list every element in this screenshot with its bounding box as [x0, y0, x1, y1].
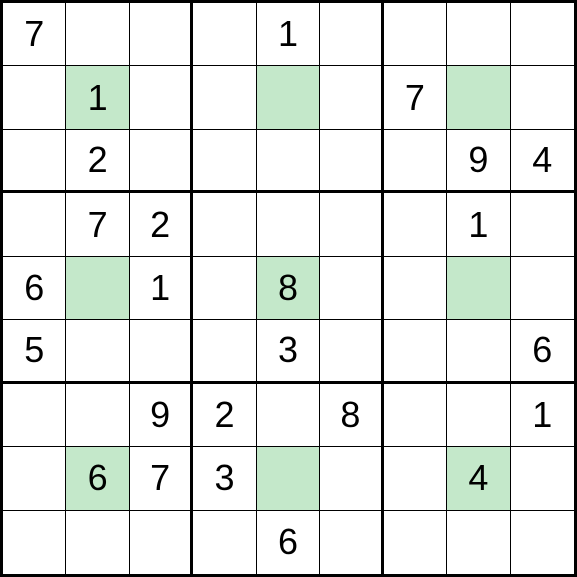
cell-r1-c6[interactable]: 7: [384, 66, 447, 129]
cell-r8-c3[interactable]: [193, 511, 256, 574]
cell-r5-c2[interactable]: [130, 320, 193, 383]
cell-r8-c1[interactable]: [66, 511, 129, 574]
cell-r6-c3[interactable]: 2: [193, 384, 256, 447]
cell-r5-c5[interactable]: [320, 320, 383, 383]
cell-r4-c6[interactable]: [384, 257, 447, 320]
cell-r2-c2[interactable]: [130, 130, 193, 193]
cell-r7-c0[interactable]: [3, 447, 66, 510]
cell-r0-c1[interactable]: [66, 3, 129, 66]
cell-r5-c1[interactable]: [66, 320, 129, 383]
cell-r3-c6[interactable]: [384, 193, 447, 256]
cell-r1-c8[interactable]: [511, 66, 574, 129]
cell-r0-c7[interactable]: [447, 3, 510, 66]
sudoku-grid: 7117294721618536928167346: [0, 0, 577, 577]
cell-r4-c4[interactable]: 8: [257, 257, 320, 320]
cell-r0-c5[interactable]: [320, 3, 383, 66]
cell-r5-c0[interactable]: 5: [3, 320, 66, 383]
cell-r7-c8[interactable]: [511, 447, 574, 510]
cell-r6-c5[interactable]: 8: [320, 384, 383, 447]
cell-r3-c5[interactable]: [320, 193, 383, 256]
cell-r4-c8[interactable]: [511, 257, 574, 320]
cell-r5-c8[interactable]: 6: [511, 320, 574, 383]
cell-r3-c0[interactable]: [3, 193, 66, 256]
cell-r1-c0[interactable]: [3, 66, 66, 129]
cell-r7-c1[interactable]: 6: [66, 447, 129, 510]
cell-r2-c3[interactable]: [193, 130, 256, 193]
cell-r6-c8[interactable]: 1: [511, 384, 574, 447]
cell-r0-c4[interactable]: 1: [257, 3, 320, 66]
cell-r5-c6[interactable]: [384, 320, 447, 383]
cell-r1-c1[interactable]: 1: [66, 66, 129, 129]
cell-r2-c8[interactable]: 4: [511, 130, 574, 193]
cell-r4-c3[interactable]: [193, 257, 256, 320]
cell-r4-c2[interactable]: 1: [130, 257, 193, 320]
cell-r7-c4[interactable]: [257, 447, 320, 510]
cell-r4-c7[interactable]: [447, 257, 510, 320]
cell-r6-c2[interactable]: 9: [130, 384, 193, 447]
cell-r0-c0[interactable]: 7: [3, 3, 66, 66]
cell-r1-c5[interactable]: [320, 66, 383, 129]
cell-r5-c3[interactable]: [193, 320, 256, 383]
cell-r3-c3[interactable]: [193, 193, 256, 256]
cell-r1-c7[interactable]: [447, 66, 510, 129]
cell-r6-c4[interactable]: [257, 384, 320, 447]
cell-r2-c7[interactable]: 9: [447, 130, 510, 193]
cell-r5-c4[interactable]: 3: [257, 320, 320, 383]
cell-r1-c3[interactable]: [193, 66, 256, 129]
cell-r8-c2[interactable]: [130, 511, 193, 574]
cell-r3-c8[interactable]: [511, 193, 574, 256]
cell-r2-c0[interactable]: [3, 130, 66, 193]
cell-r3-c2[interactable]: 2: [130, 193, 193, 256]
cell-r3-c4[interactable]: [257, 193, 320, 256]
cell-r8-c7[interactable]: [447, 511, 510, 574]
cell-r2-c1[interactable]: 2: [66, 130, 129, 193]
cell-r4-c1[interactable]: [66, 257, 129, 320]
cell-r7-c2[interactable]: 7: [130, 447, 193, 510]
cell-r8-c6[interactable]: [384, 511, 447, 574]
cell-r8-c8[interactable]: [511, 511, 574, 574]
cell-r7-c3[interactable]: 3: [193, 447, 256, 510]
cell-r7-c7[interactable]: 4: [447, 447, 510, 510]
cell-r0-c3[interactable]: [193, 3, 256, 66]
cell-r3-c7[interactable]: 1: [447, 193, 510, 256]
cell-r0-c8[interactable]: [511, 3, 574, 66]
cell-r7-c5[interactable]: [320, 447, 383, 510]
cell-r1-c4[interactable]: [257, 66, 320, 129]
cell-r1-c2[interactable]: [130, 66, 193, 129]
cell-r6-c0[interactable]: [3, 384, 66, 447]
cell-r2-c4[interactable]: [257, 130, 320, 193]
cell-r6-c6[interactable]: [384, 384, 447, 447]
cell-r6-c1[interactable]: [66, 384, 129, 447]
cell-r5-c7[interactable]: [447, 320, 510, 383]
cell-r2-c6[interactable]: [384, 130, 447, 193]
cell-r3-c1[interactable]: 7: [66, 193, 129, 256]
cell-r7-c6[interactable]: [384, 447, 447, 510]
cell-r8-c4[interactable]: 6: [257, 511, 320, 574]
cell-r6-c7[interactable]: [447, 384, 510, 447]
cell-r0-c6[interactable]: [384, 3, 447, 66]
cell-r8-c0[interactable]: [3, 511, 66, 574]
cell-r4-c0[interactable]: 6: [3, 257, 66, 320]
cell-r0-c2[interactable]: [130, 3, 193, 66]
cell-r2-c5[interactable]: [320, 130, 383, 193]
cell-r4-c5[interactable]: [320, 257, 383, 320]
cell-r8-c5[interactable]: [320, 511, 383, 574]
